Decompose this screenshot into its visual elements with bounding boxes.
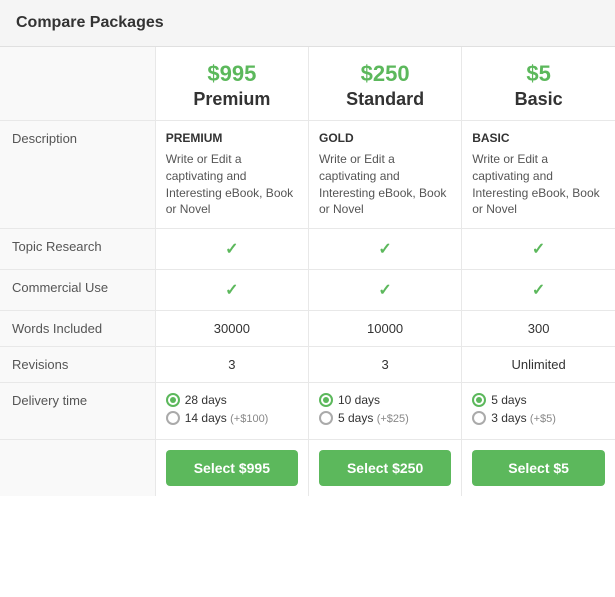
premium-commercial-use: ✓	[155, 270, 308, 311]
description-row: Description PREMIUM Write or Edit a capt…	[0, 121, 615, 229]
standard-description: GOLD Write or Edit a captivating and Int…	[308, 121, 461, 229]
basic-commercial-use: ✓	[462, 270, 615, 311]
select-premium-button[interactable]: Select $995	[166, 450, 298, 486]
premium-revisions: 3	[155, 347, 308, 383]
standard-name: Standard	[319, 89, 451, 110]
premium-price: $995	[166, 61, 298, 87]
premium-delivery: 28 days 14 days (+$100)	[155, 383, 308, 440]
basic-radio-2[interactable]	[472, 411, 486, 425]
commercial-use-label: Commercial Use	[0, 270, 155, 311]
select-standard-button[interactable]: Select $250	[319, 450, 451, 486]
standard-delivery-option-1[interactable]: 10 days	[319, 393, 451, 407]
commercial-use-row: Commercial Use ✓ ✓ ✓	[0, 270, 615, 311]
premium-desc-text: Write or Edit a captivating and Interest…	[166, 151, 298, 218]
standard-delivery: 10 days 5 days (+$25)	[308, 383, 461, 440]
panel-title: Compare Packages	[0, 0, 615, 47]
button-row: Select $995 Select $250 Select $5	[0, 440, 615, 497]
packages-table: $995 Premium $250 Standard $5 Basic Desc…	[0, 47, 615, 496]
premium-topic-research: ✓	[155, 229, 308, 270]
premium-delivery-option-2[interactable]: 14 days (+$100)	[166, 411, 298, 425]
select-basic-button[interactable]: Select $5	[472, 450, 605, 486]
standard-desc-title: GOLD	[319, 131, 451, 145]
standard-topic-research: ✓	[308, 229, 461, 270]
header-label-cell	[0, 47, 155, 121]
premium-radio-2[interactable]	[166, 411, 180, 425]
standard-delivery-option-2[interactable]: 5 days (+$25)	[319, 411, 451, 425]
standard-words: 10000	[308, 311, 461, 347]
basic-name: Basic	[472, 89, 605, 110]
standard-commercial-use: ✓	[308, 270, 461, 311]
standard-revisions: 3	[308, 347, 461, 383]
basic-description: BASIC Write or Edit a captivating and In…	[462, 121, 615, 229]
topic-research-label: Topic Research	[0, 229, 155, 270]
premium-name: Premium	[166, 89, 298, 110]
premium-words: 30000	[155, 311, 308, 347]
basic-topic-research: ✓	[462, 229, 615, 270]
standard-header: $250 Standard	[308, 47, 461, 121]
premium-desc-title: PREMIUM	[166, 131, 298, 145]
basic-radio-1[interactable]	[472, 393, 486, 407]
premium-delivery-option-1[interactable]: 28 days	[166, 393, 298, 407]
words-included-row: Words Included 30000 10000 300	[0, 311, 615, 347]
revisions-label: Revisions	[0, 347, 155, 383]
basic-desc-text: Write or Edit a captivating and Interest…	[472, 151, 605, 218]
basic-delivery-option-1[interactable]: 5 days	[472, 393, 605, 407]
standard-desc-text: Write or Edit a captivating and Interest…	[319, 151, 451, 218]
premium-header: $995 Premium	[155, 47, 308, 121]
compare-packages-panel: Compare Packages $995 Premium $250 Stand…	[0, 0, 615, 496]
words-included-label: Words Included	[0, 311, 155, 347]
description-label: Description	[0, 121, 155, 229]
delivery-time-row: Delivery time 28 days 14 days (+$100) 10…	[0, 383, 615, 440]
basic-price: $5	[472, 61, 605, 87]
premium-radio-1[interactable]	[166, 393, 180, 407]
basic-delivery: 5 days 3 days (+$5)	[462, 383, 615, 440]
basic-desc-title: BASIC	[472, 131, 605, 145]
revisions-row: Revisions 3 3 Unlimited	[0, 347, 615, 383]
delivery-time-label: Delivery time	[0, 383, 155, 440]
basic-revisions: Unlimited	[462, 347, 615, 383]
standard-price: $250	[319, 61, 451, 87]
basic-header: $5 Basic	[462, 47, 615, 121]
standard-button-cell: Select $250	[308, 440, 461, 497]
basic-words: 300	[462, 311, 615, 347]
topic-research-row: Topic Research ✓ ✓ ✓	[0, 229, 615, 270]
basic-button-cell: Select $5	[462, 440, 615, 497]
premium-button-cell: Select $995	[155, 440, 308, 497]
basic-delivery-option-2[interactable]: 3 days (+$5)	[472, 411, 605, 425]
premium-description: PREMIUM Write or Edit a captivating and …	[155, 121, 308, 229]
button-label-cell	[0, 440, 155, 497]
standard-radio-1[interactable]	[319, 393, 333, 407]
standard-radio-2[interactable]	[319, 411, 333, 425]
